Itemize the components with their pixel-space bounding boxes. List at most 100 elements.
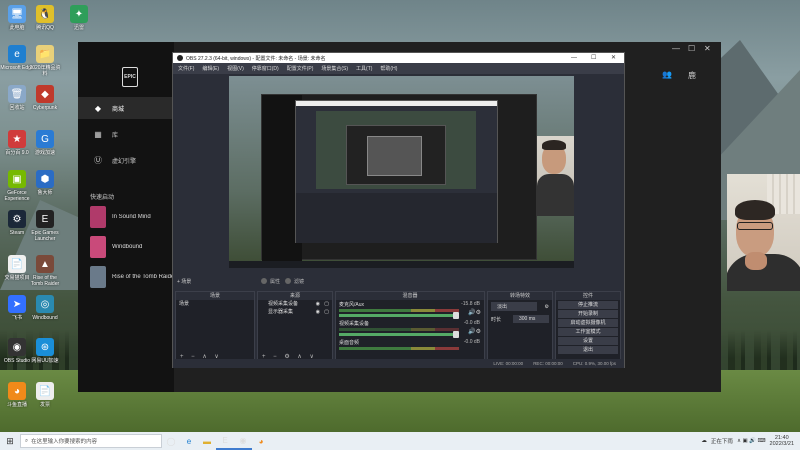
volume-slider[interactable] (339, 331, 459, 338)
desktop-icon[interactable]: ▲ Rise of the Tomb Raider (28, 255, 62, 287)
source-toolbar: + 场景 属性 滤镜 (173, 276, 624, 287)
edge-icon[interactable]: e (180, 432, 198, 450)
lock-icon[interactable]: ▢ (324, 308, 329, 316)
menu-file[interactable]: 文件(F) (178, 65, 194, 72)
desktop-icon[interactable]: ⊛ 网易UU加速 (28, 338, 62, 364)
desktop-icon-label: Windbound (32, 315, 58, 321)
app-icon: ⊛ (36, 338, 54, 356)
game-name: Windbound (112, 244, 143, 250)
quick-launch-game[interactable]: Windbound (90, 235, 174, 259)
filter-icon[interactable] (285, 278, 291, 284)
lock-icon[interactable]: ▢ (324, 300, 329, 308)
epic-nav-unreal[interactable]: Ⓤ 虚幻引擎 (78, 149, 174, 171)
gear-icon[interactable] (261, 278, 267, 284)
obs-preview[interactable] (229, 76, 574, 268)
webcam-overlay (727, 174, 800, 291)
user-avatar[interactable]: 鹿 (688, 70, 696, 81)
speaker-icon[interactable]: 🔊⚙ (468, 309, 481, 316)
desktop-icon[interactable]: ⬢ 鲁大师 (28, 170, 62, 196)
search-box[interactable]: ⌕ 在这里输入你要搜索的内容 (20, 434, 162, 448)
desktop-icon[interactable]: ◆ Cyberpunk (28, 85, 62, 111)
app-icon: ▲ (36, 255, 54, 273)
desktop-icon-label: Epic Games Launcher (31, 230, 59, 242)
menu-scene-collection[interactable]: 场景集合(S) (321, 65, 348, 72)
obs-minimize-button[interactable]: — (571, 53, 577, 63)
desktop-icon-label: 网易UU加速 (31, 358, 59, 364)
epic-minimize-button[interactable]: — (672, 44, 680, 53)
friends-icon[interactable]: 👥 (662, 70, 672, 79)
tab-filters[interactable]: 滤镜 (294, 278, 304, 285)
windows-start-icon[interactable]: ⊞ (0, 432, 20, 450)
weather-icon[interactable]: ☁ (701, 438, 707, 444)
app-icon: 📄 (8, 255, 26, 273)
app-icon: ◆ (36, 85, 54, 103)
epic-icon[interactable]: E (216, 432, 234, 450)
obs-icon[interactable]: ◉ (234, 432, 252, 450)
game-thumbnail (90, 266, 106, 288)
eye-icon[interactable]: ◉ (316, 300, 320, 308)
volume-meter (339, 347, 459, 350)
quick-launch-heading: 快速启动 (90, 195, 115, 201)
quick-launch-game[interactable]: Rise of the Tomb Raider (90, 265, 174, 289)
desktop-icon-label: 2020年精品资料 (29, 65, 61, 77)
eye-icon[interactable]: ◉ (316, 308, 320, 316)
obs-titlebar[interactable]: OBS 27.2.3 (64-bit, windows) - 配置文件: 未命名… (173, 53, 624, 63)
volume-slider[interactable] (339, 312, 459, 319)
start-virtual-camera-button[interactable]: 启动虚拟摄像机 (558, 319, 618, 327)
desktop-icon-label: 发票 (39, 402, 50, 408)
explorer-icon[interactable]: ▬ (198, 432, 216, 450)
studio-mode-button[interactable]: 工作室模式 (558, 328, 618, 336)
tab-properties[interactable]: 属性 (270, 278, 280, 285)
desktop-icon[interactable]: 📁 2020年精品资料 (28, 45, 62, 77)
transition-select[interactable]: 淡出 (491, 302, 537, 311)
app-icon: ➤ (8, 295, 26, 313)
dock-title: 混音器 (336, 292, 484, 300)
settings-button[interactable]: 设置 (558, 337, 618, 345)
clock[interactable]: 21:40 2022/3/21 (770, 435, 794, 447)
menu-tools[interactable]: 工具(T) (356, 65, 372, 72)
source-item[interactable]: 显示器采集 ◉ ▢ (258, 308, 332, 316)
epic-maximize-button[interactable]: ☐ (688, 44, 695, 53)
mixer-channel: 桌面音频 -0.0 dB (336, 338, 484, 357)
epic-nav-label: 商城 (112, 106, 125, 113)
obs-close-button[interactable]: ✕ (611, 53, 616, 63)
stop-streaming-button[interactable]: 停止推流 (558, 301, 618, 309)
gear-icon[interactable]: ⚙ (545, 304, 549, 310)
scene-item[interactable]: 场景 (176, 300, 254, 308)
desktop-icon[interactable]: ◎ Windbound (28, 295, 62, 321)
menu-docks[interactable]: 停靠窗口(D) (252, 65, 279, 72)
desktop-icon[interactable]: G 游戏加速 (28, 130, 62, 156)
preview-taskbar (229, 261, 574, 268)
epic-nav-store[interactable]: ◆ 商城 (78, 97, 174, 119)
weather-text[interactable]: 正在下雨 (711, 437, 733, 445)
task-view-icon[interactable]: ◯ (162, 432, 180, 450)
obs-maximize-button[interactable]: ☐ (591, 53, 596, 63)
dock-title: 转场特效 (488, 292, 552, 300)
tray-icons[interactable]: ∧ ▣ 🔊 ⌨ (737, 438, 766, 444)
douyu-icon[interactable]: ◕ (252, 432, 270, 450)
epic-nav-library[interactable]: ▦ 库 (78, 123, 174, 145)
game-thumbnail (90, 236, 106, 258)
menu-help[interactable]: 帮助(H) (380, 65, 397, 72)
duration-input[interactable]: 300 ms (513, 315, 549, 323)
system-tray: ☁ 正在下雨 ∧ ▣ 🔊 ⌨ 21:40 2022/3/21 (701, 435, 800, 447)
desktop: 🖥 此电脑 🐧 腾讯QQ ✦ 迅雷 e Microsoft Edge 📁 2020年精品资料 🗑 回收… (0, 0, 800, 432)
clock-date: 2022/3/21 (769, 441, 794, 447)
mixer-dock: 混音器 麦克风/Aux -15.8 dB 🔊⚙ 视频采集设备 -0.0 dB 🔊… (335, 291, 485, 363)
desktop-icon[interactable]: 🐧 腾讯QQ (28, 5, 62, 31)
app-icon: 📄 (36, 382, 54, 400)
source-item[interactable]: 视频采集设备 ◉ ▢ (258, 300, 332, 308)
speaker-icon[interactable]: 🔊⚙ (468, 328, 481, 335)
menu-profile[interactable]: 配置文件(P) (287, 65, 314, 72)
menu-edit[interactable]: 编辑(E) (202, 65, 219, 72)
transitions-dock: 转场特效 淡出 ⚙ 时长 300 ms (487, 291, 553, 363)
desktop-icon[interactable]: 📄 发票 (28, 382, 62, 408)
menu-view[interactable]: 视图(V) (227, 65, 244, 72)
desktop-icon[interactable]: ✦ 迅雷 (62, 5, 96, 31)
epic-close-button[interactable]: ✕ (704, 44, 711, 53)
exit-button[interactable]: 退出 (558, 346, 618, 354)
quick-launch-game[interactable]: In Sound Mind (90, 205, 174, 229)
epic-logo[interactable]: EPIC (122, 67, 138, 87)
desktop-icon[interactable]: E Epic Games Launcher (28, 210, 62, 242)
start-recording-button[interactable]: 开始录制 (558, 310, 618, 318)
